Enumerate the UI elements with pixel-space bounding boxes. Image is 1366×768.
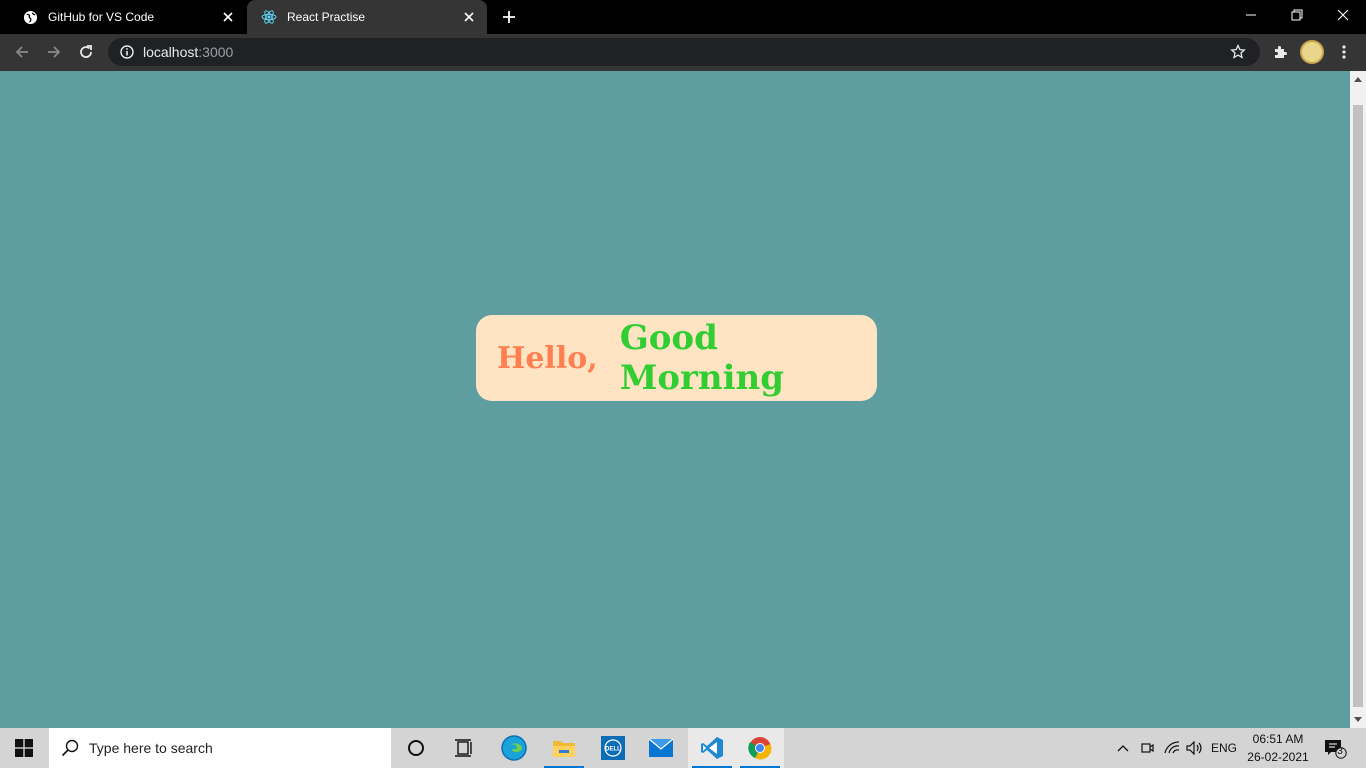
- more-vert-icon: [1342, 45, 1346, 59]
- clock[interactable]: 06:51 AM 26-02-2021: [1242, 730, 1314, 766]
- speaker-icon: [1186, 741, 1202, 755]
- reload-button[interactable]: [71, 37, 101, 67]
- back-button[interactable]: [7, 37, 37, 67]
- meet-now-button[interactable]: [1137, 728, 1157, 768]
- wifi-icon: [1164, 741, 1180, 754]
- file-explorer-button[interactable]: [540, 728, 588, 768]
- profile-avatar[interactable]: [1300, 40, 1324, 64]
- extensions-button[interactable]: [1265, 37, 1295, 67]
- notification-count: 3: [1337, 746, 1343, 757]
- file-explorer-icon: [553, 741, 575, 757]
- chrome-icon: [748, 737, 772, 760]
- restore-icon: [1291, 9, 1303, 21]
- globe-icon: [22, 9, 38, 25]
- network-button[interactable]: [1161, 728, 1183, 768]
- arrow-right-icon: [48, 46, 61, 58]
- mail-button[interactable]: [637, 728, 685, 768]
- dell-button[interactable]: DELL: [589, 728, 637, 768]
- plus-icon: [503, 11, 515, 23]
- edge-icon: [501, 735, 527, 761]
- close-icon: [1337, 9, 1349, 21]
- svg-text:DELL: DELL: [605, 747, 621, 753]
- url-port: :3000: [198, 44, 234, 60]
- browser-toolbar: localhost:3000: [0, 34, 1366, 71]
- minimize-icon: [1246, 14, 1256, 16]
- vscode-icon: [701, 737, 723, 759]
- show-hidden-icons-button[interactable]: [1112, 728, 1134, 768]
- close-window-button[interactable]: [1320, 0, 1366, 30]
- address-bar[interactable]: localhost:3000: [108, 38, 1260, 66]
- task-view-button[interactable]: [440, 728, 488, 768]
- puzzle-icon: [1275, 46, 1287, 58]
- bookmark-star-icon[interactable]: [1230, 43, 1246, 64]
- meet-now-icon: [1141, 743, 1154, 753]
- chrome-button[interactable]: [736, 728, 784, 768]
- close-tab-icon[interactable]: [457, 5, 481, 29]
- start-button[interactable]: [0, 728, 48, 768]
- tab-github-for-vs-code[interactable]: GitHub for VS Code: [8, 0, 246, 34]
- scroll-up-icon[interactable]: [1354, 77, 1362, 82]
- reload-icon: [80, 45, 92, 58]
- hello-text: Hello,: [497, 340, 598, 376]
- dell-icon: DELL: [601, 736, 625, 760]
- chevron-up-icon: [1117, 745, 1129, 752]
- minimize-button[interactable]: [1228, 0, 1274, 30]
- vscode-button[interactable]: [688, 728, 736, 768]
- info-icon[interactable]: [120, 45, 134, 59]
- page-content: Hello, Good Morning: [0, 71, 1350, 728]
- clock-time: 06:51 AM: [1252, 732, 1304, 746]
- windows-taskbar: Type here to search DELL ENG 06:51 AM 26…: [0, 728, 1366, 768]
- volume-button[interactable]: [1184, 728, 1206, 768]
- action-center-button[interactable]: 3: [1320, 728, 1350, 768]
- react-icon: [261, 9, 277, 25]
- new-tab-button[interactable]: [497, 5, 521, 29]
- menu-button[interactable]: [1329, 37, 1359, 67]
- arrow-left-icon: [15, 46, 28, 58]
- cortana-icon: [408, 740, 424, 756]
- edge-button[interactable]: [490, 728, 538, 768]
- windows-logo-icon: [15, 739, 33, 757]
- url-host: localhost: [143, 44, 199, 60]
- greeting-card: Hello, Good Morning: [476, 315, 877, 401]
- tab-title: React Practise: [287, 10, 366, 24]
- search-placeholder: Type here to search: [89, 740, 213, 756]
- clock-date: 26-02-2021: [1247, 750, 1309, 764]
- greeting-text: Good Morning: [619, 318, 785, 398]
- page-scrollbar[interactable]: [1350, 71, 1366, 728]
- mail-icon: [648, 738, 674, 757]
- scroll-down-icon[interactable]: [1354, 717, 1362, 722]
- search-icon: [61, 739, 79, 757]
- task-view-icon: [455, 739, 472, 757]
- taskbar-search[interactable]: Type here to search: [49, 728, 391, 768]
- scrollbar-thumb[interactable]: [1353, 105, 1363, 707]
- tab-title: GitHub for VS Code: [48, 10, 155, 24]
- tab-react-practise[interactable]: React Practise: [247, 0, 487, 34]
- tab-strip: GitHub for VS Code React Practise: [0, 0, 1366, 34]
- language-indicator[interactable]: ENG: [1208, 728, 1240, 768]
- close-tab-icon[interactable]: [216, 5, 240, 29]
- forward-button[interactable]: [39, 37, 69, 67]
- cortana-button[interactable]: [392, 728, 440, 768]
- restore-button[interactable]: [1274, 0, 1320, 30]
